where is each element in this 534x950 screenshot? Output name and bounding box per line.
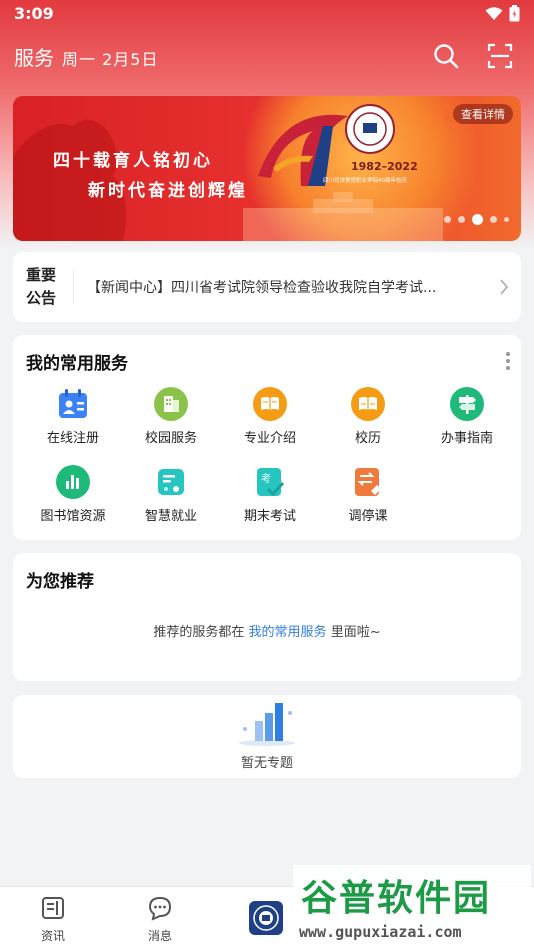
watermark-main: 谷普软件园	[301, 878, 492, 919]
recommend-card: 为您推荐 推荐的服务都在 我的常用服务 里面啦~	[13, 553, 521, 681]
recommend-message: 推荐的服务都在 我的常用服务 里面啦~	[13, 621, 521, 640]
tab-news[interactable]: 资讯	[13, 895, 93, 944]
carousel-dot-active[interactable]	[472, 214, 483, 225]
recommend-text-after: 里面啦~	[330, 625, 381, 640]
service-label: 在线注册	[46, 431, 99, 446]
status-time: 3:09	[14, 4, 54, 23]
services-title: 我的常用服务	[26, 354, 128, 374]
carousel-dot[interactable]	[504, 217, 509, 222]
career-doc-icon	[158, 469, 184, 495]
service-label: 图书馆资源	[40, 509, 106, 524]
banner-slogan-line2: 新时代奋进创辉煌	[88, 181, 248, 201]
carousel-dot[interactable]	[458, 216, 465, 223]
chevron-right-icon[interactable]	[499, 278, 509, 296]
service-label: 调停课	[348, 509, 388, 524]
service-label: 办事指南	[440, 431, 493, 446]
battery-icon	[509, 5, 520, 22]
page-title: 服务	[14, 46, 54, 70]
banner-subtitle: 四川司法警官职业学院40周年校庆	[323, 178, 407, 184]
watermark-url: www.gupuxiazai.com	[299, 923, 462, 941]
notice-tag: 重要公告	[26, 266, 57, 307]
common-services-card: 我的常用服务 在线注册 校园服务 专业介绍 校历 办事指南 图书馆资源 智慧就业…	[13, 335, 521, 540]
news-icon	[42, 897, 64, 919]
notice-card[interactable]: 重要公告 【新闻中心】四川省考试院领导检查验收我院自学考试...	[13, 252, 521, 322]
service-major-intro[interactable]: 专业介绍	[220, 387, 320, 446]
recommend-link[interactable]: 我的常用服务	[249, 625, 327, 640]
empty-chart-illustration	[239, 703, 295, 746]
date-label: 周一 2月5日	[62, 50, 159, 69]
banner-detail-button[interactable]: 查看详情	[453, 104, 513, 124]
calendar-user-icon	[59, 389, 87, 418]
wifi-icon	[485, 6, 503, 20]
tab-label: 资讯	[40, 929, 65, 943]
service-final-exam[interactable]: 考 期末考试	[220, 465, 320, 524]
message-icon	[148, 896, 172, 921]
banner-years: 1982–2022	[351, 160, 418, 173]
service-class-adjust[interactable]: 调停课	[318, 465, 418, 524]
banner-slogan-line1: 四十载育人铭初心	[53, 151, 213, 171]
service-label: 校园服务	[144, 431, 197, 446]
carousel-dot[interactable]	[444, 216, 451, 223]
carousel-dot[interactable]	[490, 216, 497, 223]
swap-doc-icon	[355, 468, 381, 496]
carousel-dots	[444, 214, 509, 225]
tab-school-logo[interactable]	[249, 901, 283, 935]
svg-text:考: 考	[261, 473, 271, 485]
book-open-icon	[351, 387, 385, 421]
signpost-icon	[450, 387, 484, 421]
service-guide[interactable]: 办事指南	[417, 387, 517, 446]
tab-label: 消息	[147, 929, 172, 943]
service-campus[interactable]: 校园服务	[121, 387, 221, 446]
service-library[interactable]: 图书馆资源	[23, 465, 123, 524]
book-icon	[253, 387, 287, 421]
service-label: 专业介绍	[243, 431, 296, 446]
service-label: 期末考试	[243, 509, 296, 524]
status-bar: 3:09	[0, 0, 534, 28]
service-label: 校历	[354, 431, 381, 446]
notice-divider	[73, 270, 74, 304]
topics-card: 暂无专题	[13, 695, 521, 778]
service-label: 智慧就业	[144, 509, 197, 524]
more-vertical-icon[interactable]	[505, 351, 511, 371]
recommend-title: 为您推荐	[26, 572, 94, 592]
notice-text[interactable]: 【新闻中心】四川省考试院领导检查验收我院自学考试...	[87, 277, 487, 297]
chart-bars-icon	[56, 465, 90, 499]
school-logo-icon	[253, 905, 279, 931]
service-online-register[interactable]: 在线注册	[23, 387, 123, 446]
tab-messages[interactable]: 消息	[120, 895, 200, 944]
service-school-calendar[interactable]: 校历	[318, 387, 418, 446]
watermark: 谷普软件园 www.gupuxiazai.com	[293, 865, 531, 945]
service-career[interactable]: 智慧就业	[121, 465, 221, 524]
top-bar: 服务 周一 2月5日	[0, 36, 534, 76]
building-icon	[154, 387, 188, 421]
recommend-text-before: 推荐的服务都在	[153, 625, 245, 640]
search-icon[interactable]	[432, 42, 460, 70]
exam-check-icon: 考	[257, 468, 285, 497]
banner-carousel[interactable]: 四十载育人铭初心 新时代奋进创辉煌 1982–2022 四川司法警官职业学院40…	[13, 96, 521, 241]
scan-icon[interactable]	[486, 42, 514, 70]
topics-empty-text: 暂无专题	[240, 756, 293, 771]
status-icons	[485, 5, 520, 22]
